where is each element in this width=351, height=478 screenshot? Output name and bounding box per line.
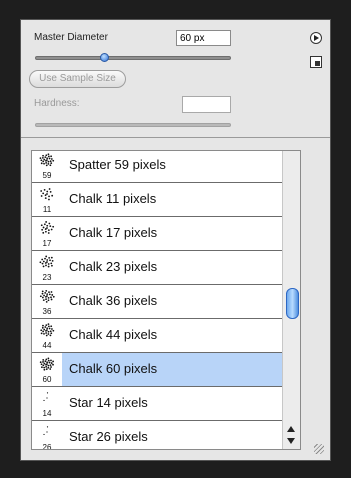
- brush-tip-size: 14: [42, 409, 52, 418]
- brush-thumbnail: 17: [32, 217, 62, 250]
- resize-grip-icon[interactable]: [314, 444, 324, 454]
- chalk-brush-icon: [38, 356, 56, 372]
- brush-options-area: Master Diameter 60 px Use Sample Size Ha…: [21, 20, 330, 138]
- brush-name: Chalk 36 pixels: [69, 293, 158, 308]
- scrollbar-thumb[interactable]: [286, 288, 299, 319]
- hardness-slider[interactable]: [35, 123, 231, 127]
- brush-thumbnail: 26: [32, 421, 62, 450]
- scroll-down-arrow-icon[interactable]: [287, 438, 295, 444]
- chalk-brush-icon: [38, 186, 56, 202]
- brush-thumbnail: 14: [32, 387, 62, 420]
- brush-thumbnail: 60: [32, 353, 62, 386]
- brush-tip-size: 17: [42, 239, 52, 248]
- hardness-label: Hardness:: [34, 98, 80, 109]
- brush-name: Star 26 pixels: [69, 429, 148, 444]
- brush-tip-size: 23: [42, 273, 52, 282]
- brush-panel: Master Diameter 60 px Use Sample Size Ha…: [20, 19, 331, 461]
- create-new-preset-icon[interactable]: [310, 56, 322, 68]
- brush-row[interactable]: 17 Chalk 17 pixels: [32, 217, 282, 251]
- master-diameter-slider[interactable]: [35, 56, 231, 60]
- brush-tip-size: 26: [42, 443, 52, 450]
- brush-thumbnail: 36: [32, 285, 62, 318]
- brush-name: Spatter 59 pixels: [69, 157, 166, 172]
- use-sample-size-button[interactable]: Use Sample Size: [29, 70, 126, 88]
- master-diameter-field[interactable]: 60 px: [176, 30, 231, 46]
- brush-name: Chalk 44 pixels: [69, 327, 158, 342]
- brush-tip-size: 36: [42, 307, 52, 316]
- brush-name: Chalk 23 pixels: [69, 259, 158, 274]
- brush-row[interactable]: 44 Chalk 44 pixels: [32, 319, 282, 353]
- panel-menu-arrow-icon[interactable]: [310, 32, 322, 44]
- brush-thumbnail: 44: [32, 319, 62, 352]
- brush-thumbnail: 11: [32, 183, 62, 216]
- brush-name: Chalk 11 pixels: [69, 191, 157, 206]
- brush-row[interactable]: 14 Star 14 pixels: [32, 387, 282, 421]
- brush-row[interactable]: 60 Chalk 60 pixels: [32, 353, 282, 387]
- brush-tip-size: 59: [42, 171, 52, 180]
- spatter-brush-icon: [38, 152, 56, 168]
- chalk-brush-icon: [38, 322, 56, 338]
- brush-name: Chalk 60 pixels: [69, 361, 158, 376]
- brush-tip-size: 60: [42, 375, 52, 384]
- master-diameter-label: Master Diameter: [34, 32, 108, 43]
- star-brush-icon: [38, 390, 56, 406]
- hardness-field[interactable]: [182, 96, 231, 113]
- brush-thumbnail: 59: [32, 151, 62, 182]
- brush-row[interactable]: 26 Star 26 pixels: [32, 421, 282, 450]
- brush-tip-size: 11: [42, 205, 52, 214]
- section-divider: [21, 137, 330, 138]
- brush-row[interactable]: 11 Chalk 11 pixels: [32, 183, 282, 217]
- brush-row[interactable]: 23 Chalk 23 pixels: [32, 251, 282, 285]
- brush-name: Chalk 17 pixels: [69, 225, 158, 240]
- brush-row[interactable]: 36 Chalk 36 pixels: [32, 285, 282, 319]
- brush-name: Star 14 pixels: [69, 395, 148, 410]
- chalk-brush-icon: [38, 288, 56, 304]
- brush-row[interactable]: 59 Spatter 59 pixels: [32, 151, 282, 183]
- chalk-brush-icon: [38, 220, 56, 236]
- scroll-up-arrow-icon[interactable]: [287, 426, 295, 432]
- chalk-brush-icon: [38, 254, 56, 270]
- star-brush-icon: [38, 424, 56, 440]
- master-diameter-slider-thumb[interactable]: [99, 53, 109, 62]
- brush-tip-size: 44: [42, 341, 52, 350]
- brush-thumbnail: 23: [32, 251, 62, 284]
- brush-preset-list[interactable]: 59 Spatter 59 pixels 11 Chalk 11 pixels 17 Ch…: [31, 150, 301, 450]
- brush-list-scrollbar[interactable]: [282, 151, 300, 449]
